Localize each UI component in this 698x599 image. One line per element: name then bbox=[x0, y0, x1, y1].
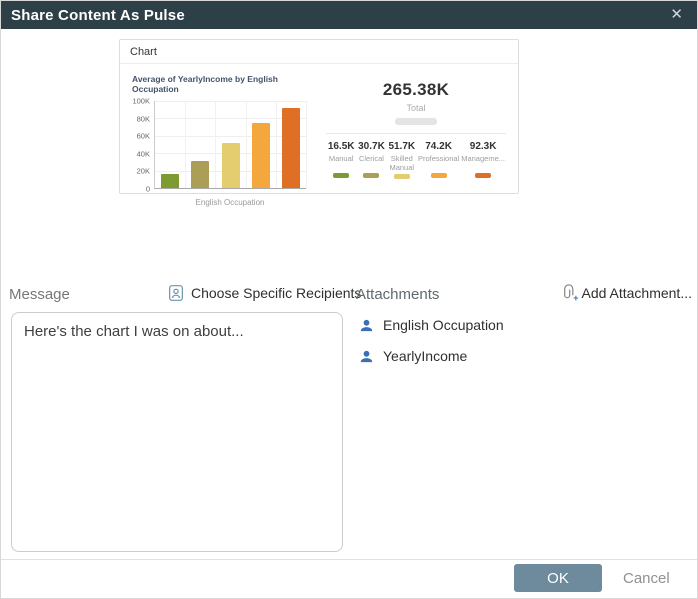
chart-plot-area bbox=[154, 101, 306, 189]
kpi-color-swatch bbox=[394, 174, 410, 179]
choose-recipients-button[interactable]: Choose Specific Recipients bbox=[168, 284, 361, 302]
chart-card-title: Chart bbox=[120, 40, 518, 64]
kpi-value: 74.2K bbox=[418, 141, 459, 152]
kpi-value: 92.3K bbox=[461, 141, 505, 152]
attachments-label: Attachments bbox=[356, 286, 439, 303]
attachment-name: YearlyIncome bbox=[383, 348, 467, 364]
footer-divider bbox=[1, 559, 697, 560]
bar-clerical bbox=[191, 161, 209, 188]
kpi-label: Professional bbox=[418, 155, 459, 171]
kpi-label: Clerical bbox=[357, 155, 385, 171]
v-gridline bbox=[276, 101, 277, 188]
kpi-card: 51.7K Skilled Manual bbox=[387, 141, 417, 179]
dialog-title: Share Content As Pulse bbox=[1, 7, 185, 24]
y-tick-label: 40K bbox=[137, 149, 150, 158]
kpi-panel: 265.38K Total 16.5K Manual30.7K Clerical51… bbox=[318, 72, 508, 207]
share-content-dialog: Share Content As Pulse ✕ Chart Average o… bbox=[0, 0, 698, 599]
person-icon bbox=[359, 349, 374, 364]
bar-chart: Average of YearlyIncome by English Occup… bbox=[130, 72, 318, 207]
chart-title: Average of YearlyIncome by English Occup… bbox=[132, 74, 318, 94]
kpi-card: 92.3K Manageme... bbox=[460, 141, 506, 179]
v-gridline bbox=[246, 101, 247, 188]
chart-card-body: Average of YearlyIncome by English Occup… bbox=[120, 64, 518, 213]
kpi-card: 30.7K Clerical bbox=[356, 141, 386, 179]
choose-recipients-label: Choose Specific Recipients bbox=[191, 285, 361, 301]
ok-button[interactable]: OK bbox=[514, 564, 602, 592]
v-gridline bbox=[215, 101, 216, 188]
plus-icon: + bbox=[573, 293, 578, 303]
v-gridline bbox=[185, 101, 186, 188]
kpi-value: 30.7K bbox=[357, 141, 385, 152]
kpi-card: 16.5K Manual bbox=[326, 141, 356, 179]
kpi-row: 16.5K Manual30.7K Clerical51.7K Skilled Man… bbox=[326, 141, 506, 179]
total-label: Total bbox=[326, 103, 506, 113]
bar-manual bbox=[161, 174, 179, 188]
x-axis-label: English Occupation bbox=[154, 198, 306, 207]
v-gridline bbox=[306, 101, 307, 188]
kpi-color-swatch bbox=[431, 173, 447, 178]
recipients-icon bbox=[168, 284, 184, 302]
attachment-item[interactable]: English Occupation bbox=[359, 317, 504, 333]
chart-preview-card: Chart Average of YearlyIncome by English… bbox=[119, 39, 519, 194]
close-icon[interactable]: ✕ bbox=[670, 5, 683, 25]
kpi-color-swatch bbox=[363, 173, 379, 178]
kpi-label: Manageme... bbox=[461, 155, 505, 171]
bar-professional bbox=[252, 123, 270, 188]
y-tick-label: 0 bbox=[146, 185, 150, 194]
person-icon bbox=[359, 318, 374, 333]
kpi-card: 74.2K Professional bbox=[417, 141, 460, 179]
kpi-value: 16.5K bbox=[327, 141, 355, 152]
y-axis: 100K80K60K40K20K0 bbox=[130, 101, 154, 189]
cancel-button[interactable]: Cancel bbox=[623, 570, 670, 587]
add-attachment-button[interactable]: + Add Attachment... bbox=[560, 284, 692, 302]
kpi-color-swatch bbox=[475, 173, 491, 178]
bar-skilled-manual bbox=[222, 143, 240, 188]
total-value: 265.38K bbox=[326, 80, 506, 100]
dialog-header: Share Content As Pulse ✕ bbox=[1, 1, 697, 29]
kpi-label: Skilled Manual bbox=[388, 155, 416, 172]
attachment-name: English Occupation bbox=[383, 317, 504, 333]
y-tick-label: 80K bbox=[137, 114, 150, 123]
message-label: Message bbox=[9, 286, 70, 303]
paperclip-icon: + bbox=[560, 284, 575, 302]
kpi-color-swatch bbox=[333, 173, 349, 178]
kpi-value: 51.7K bbox=[388, 141, 416, 152]
bar-management bbox=[282, 108, 300, 188]
total-gauge-bar bbox=[395, 118, 437, 125]
attachment-list: English Occupation YearlyIncome bbox=[359, 317, 504, 364]
add-attachment-label: Add Attachment... bbox=[581, 285, 692, 301]
y-tick-label: 100K bbox=[132, 97, 150, 106]
kpi-divider bbox=[326, 133, 506, 134]
kpi-label: Manual bbox=[327, 155, 355, 171]
h-gridline bbox=[155, 101, 306, 102]
y-tick-label: 60K bbox=[137, 132, 150, 141]
message-input[interactable] bbox=[11, 312, 343, 552]
attachment-item[interactable]: YearlyIncome bbox=[359, 348, 504, 364]
y-tick-label: 20K bbox=[137, 167, 150, 176]
